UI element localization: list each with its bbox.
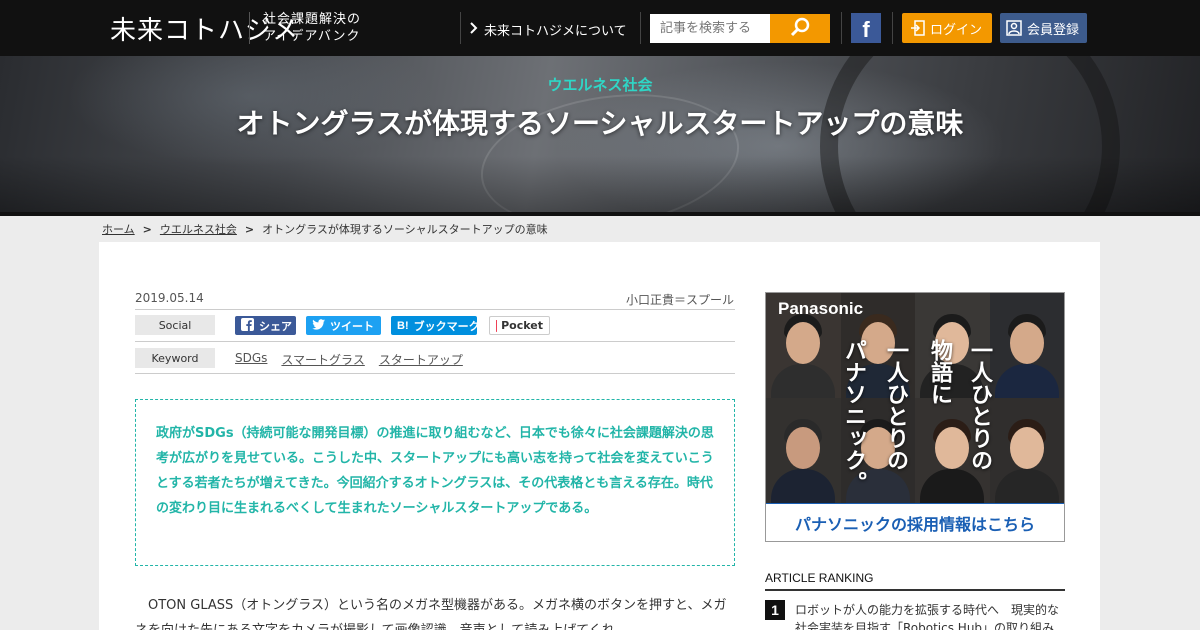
hatena-bookmark-button[interactable]: B! ブックマーク [391,316,480,335]
register-label: 会員登録 [1027,22,1080,38]
breadcrumb: ホーム > ウエルネス社会 > オトングラスが体現するソーシャルスタートアップの… [102,221,548,237]
tagline-line2: アイデアバンク [263,29,361,44]
facebook-button[interactable]: f [851,13,881,43]
register-button[interactable]: 会員登録 [1000,13,1087,43]
social-label: Social [135,315,215,335]
hatena-icon: B! [397,319,409,332]
divider [640,12,641,44]
site-tagline: 社会課題解決の アイデアバンク [263,11,361,45]
top-header: 未来コトハジメ 社会課題解決の アイデアバンク 未来コトハジメについて f ログ… [0,0,1200,56]
facebook-icon: f [862,17,870,42]
pocket-icon [496,319,498,332]
page-title: オトングラスが体現するソーシャルスタートアップの意味 [236,107,964,140]
divider [460,12,461,44]
login-button[interactable]: ログイン [902,13,992,43]
divider [135,373,735,374]
sidebar-ad-banner[interactable]: Panasonic 一人ひとりの 物語に 一人ひとりの パナソニック。 パナソニ… [765,292,1065,542]
ad-photo [766,293,1064,503]
chevron-right-icon [470,21,478,38]
ranking-title: ARTICLE RANKING [765,571,874,585]
twitter-share-button[interactable]: ツイート [306,316,381,335]
lead-text: 政府がSDGs（持続可能な開発目標）の推進に取り組むなど、日本でも徐々に社会課題… [156,426,714,516]
article-date: 2019.05.14 [135,291,204,305]
ad-person [989,293,1064,398]
divider [135,341,735,342]
hatena-bookmark-label: ブックマーク [413,319,480,333]
ranking-item-link[interactable]: ロボットが人の能力を拡張する時代へ 現実的な社会実装を目指す「Robotics … [795,601,1065,630]
twitter-icon [312,318,325,333]
twitter-share-label: ツイート [330,319,374,333]
facebook-share-label: シェア [259,319,292,333]
tagline-line1: 社会課題解決の [263,12,362,27]
breadcrumb-current: オトングラスが体現するソーシャルスタートアップの意味 [262,223,548,236]
user-icon [1006,20,1022,36]
breadcrumb-separator: > [142,222,152,236]
ad-person [989,398,1064,503]
ad-person [766,398,841,503]
lead-box: 政府がSDGs（持続可能な開発目標）の推進に取り組むなど、日本でも徐々に社会課題… [135,399,735,566]
facebook-icon [241,317,254,334]
breadcrumb-home-link[interactable]: ホーム [102,221,135,237]
breadcrumb-category-link[interactable]: ウエルネス社会 [160,221,237,237]
ad-copy: 一人ひとりの [967,339,992,471]
login-icon [911,20,925,36]
ad-copy: 一人ひとりの [883,339,908,471]
hero-shade [0,156,1200,212]
hero-category[interactable]: ウエルネス社会 [0,74,1200,95]
ad-cta[interactable]: パナソニックの採用情報はこちら [766,503,1064,541]
search-button[interactable] [770,14,830,43]
facebook-share-button[interactable]: シェア [235,316,296,335]
ad-copy: 物語に [927,339,952,405]
keyword-list: SDGs スマートグラス スタートアップ [235,351,477,368]
keyword-label: Keyword [135,348,215,368]
breadcrumb-separator: > [244,222,255,236]
keyword-link[interactable]: スタートアップ [379,351,463,368]
ad-brand: Panasonic [778,299,864,318]
article-body: OTON GLASS（オトングラス）という名のメガネ型機器がある。メガネ横のボタ… [135,598,727,630]
login-label: ログイン [930,22,983,38]
keyword-link[interactable]: SDGs [235,351,267,368]
hero-banner: ウエルネス社会 オトングラスが体現するソーシャルスタートアップの意味 [0,56,1200,212]
keyword-link[interactable]: スマートグラス [281,351,364,368]
divider [765,589,1065,591]
article-author: 小口正貴＝スプール [625,293,734,307]
rank-number: 1 [765,600,785,620]
divider [892,12,893,44]
divider [841,12,842,44]
hero-bottom-border [0,212,1200,216]
search-icon [790,17,810,41]
about-link[interactable]: 未来コトハジメについて [470,20,627,39]
pocket-button[interactable]: Pocket [489,316,550,335]
ad-copy: パナソニック。 [841,339,866,493]
pocket-label: Pocket [501,319,543,332]
divider [135,309,735,310]
about-link-label: 未来コトハジメについて [484,24,627,39]
divider [249,12,250,44]
search-input[interactable] [650,14,770,43]
